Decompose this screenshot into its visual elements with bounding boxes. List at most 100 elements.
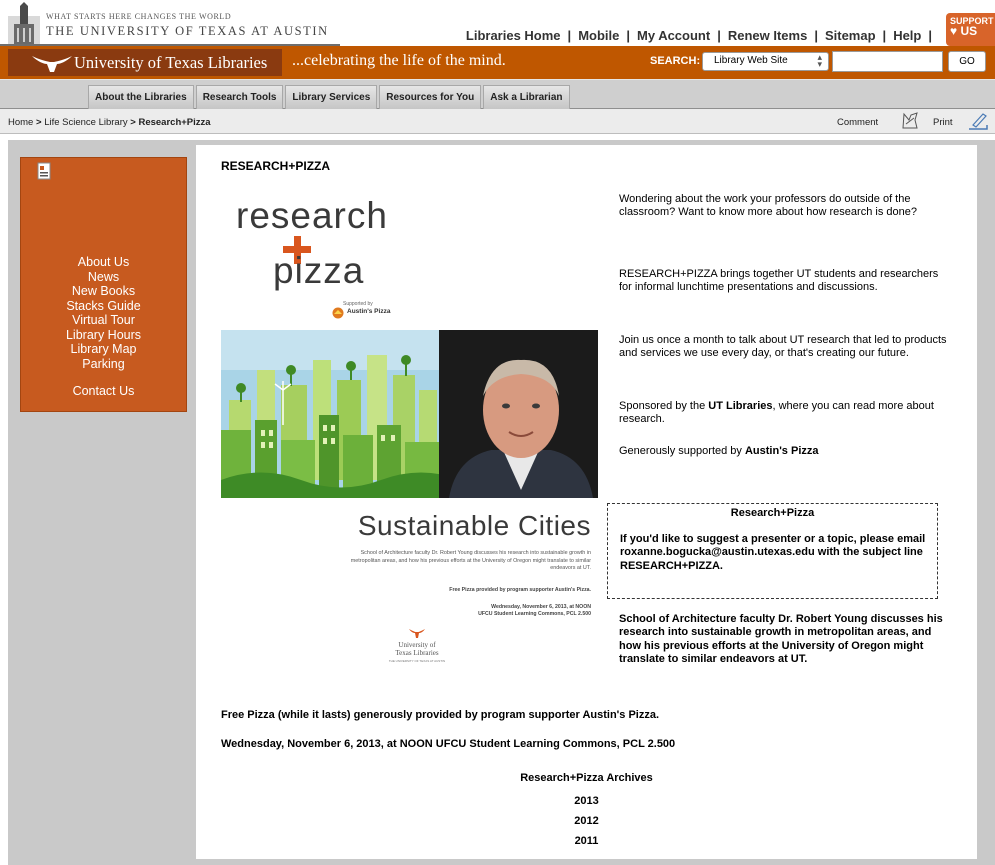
ut-tagline: What Starts Here Changes The World <box>46 12 232 21</box>
heart-icon: ♥ <box>950 24 958 38</box>
supporter-text: Generously supported by <box>619 445 745 457</box>
sitemap-link[interactable]: Sitemap <box>825 28 876 43</box>
poster-event-time: Wednesday, November 6, 2013, at NOON UFC… <box>371 604 591 618</box>
link-separator: | <box>882 28 887 43</box>
event-details: Wednesday, November 6, 2013, at NOON UFC… <box>221 738 676 750</box>
join-paragraph: Join us once a month to talk about UT re… <box>619 334 947 360</box>
sidebar-item-library-map[interactable]: Library Map <box>21 342 186 357</box>
sidebar-item-parking[interactable]: Parking <box>21 357 186 372</box>
ut-tower-logo[interactable] <box>8 2 40 46</box>
poster-supported-by: Supported by <box>343 301 373 307</box>
renew-items-link[interactable]: Renew Items <box>728 28 807 43</box>
comment-icon[interactable] <box>901 112 919 130</box>
austins-pizza-link[interactable]: Austin's Pizza <box>745 445 819 457</box>
my-account-link[interactable]: My Account <box>637 28 710 43</box>
link-separator: | <box>567 28 572 43</box>
supporter-paragraph: Generously supported by Austin's Pizza <box>619 445 954 458</box>
link-separator: | <box>814 28 818 43</box>
ut-libraries-link[interactable]: UT Libraries <box>708 400 772 412</box>
banner-title: University of Texas Libraries <box>74 53 268 72</box>
poster-library-line2: Texas Libraries <box>395 649 439 657</box>
poster-pizza-word: pizza <box>273 250 365 291</box>
poster-subtitle: Sustainable Cities <box>357 510 591 541</box>
help-link[interactable]: Help <box>893 28 921 43</box>
link-separator: | <box>717 28 721 43</box>
breadcrumb-life-science-library[interactable]: Life Science Library <box>44 117 127 128</box>
tab-ask-a-librarian[interactable]: Ask a Librarian <box>483 85 570 110</box>
print-link[interactable]: Print <box>933 117 953 128</box>
ut-name[interactable]: The University of Texas at Austin <box>46 24 329 39</box>
poster-library-name: University of Texas Libraries <box>371 641 463 657</box>
library-banner: University of Texas Libraries ...celebra… <box>0 46 995 79</box>
suggestion-box-title: Research+Pizza <box>730 507 815 519</box>
archive-link-2011[interactable]: 2011 <box>196 831 977 851</box>
archives-title: Research+Pizza Archives <box>520 772 653 784</box>
search-go-button[interactable]: GO <box>948 51 986 72</box>
archives-list: 2013 2012 2011 <box>196 791 977 851</box>
document-icon[interactable] <box>37 162 51 180</box>
banner-logo-box[interactable]: University of Texas Libraries <box>8 49 282 76</box>
main-content: RESEARCH+PIZZA research pizza Supported … <box>196 145 977 859</box>
search-input[interactable] <box>832 51 943 72</box>
sponsor-text: Sponsored by the <box>619 400 709 412</box>
poster-free-pizza: Free Pizza provided by program supporter… <box>449 587 591 593</box>
top-header: What Starts Here Changes The World The U… <box>0 0 995 46</box>
poster-event-location: UFCU Student Learning Commons, PCL 2.500 <box>478 611 591 617</box>
poster-event-date: Wednesday, November 6, 2013, at NOON <box>491 604 591 610</box>
free-pizza-note: Free Pizza (while it lasts) generously p… <box>221 709 660 721</box>
banner-motto: ...celebrating the life of the mind. <box>292 52 506 69</box>
select-arrows-icon: ▴ ▾ <box>817 52 822 69</box>
search-scope-select[interactable]: Library Web Site ▴ ▾ <box>702 52 829 71</box>
search-label: SEARCH: <box>650 55 701 67</box>
longhorn-icon <box>32 56 72 72</box>
sidebar-item-virtual-tour[interactable]: Virtual Tour <box>21 313 186 328</box>
event-poster: research pizza Supported by Austin's Piz… <box>221 190 598 680</box>
poster-description: School of Architecture faculty Dr. Rober… <box>350 550 591 571</box>
poster-research-word: research <box>236 195 388 236</box>
sidebar-item-library-hours[interactable]: Library Hours <box>21 328 186 343</box>
sidebar-item-contact-us[interactable]: Contact Us <box>21 384 186 398</box>
mobile-link[interactable]: Mobile <box>578 28 619 43</box>
search-scope-value: Library Web Site <box>714 55 788 66</box>
about-paragraph: RESEARCH+PIZZA brings together UT studen… <box>619 268 939 294</box>
support-label-us: ♥ US <box>950 24 995 38</box>
nav-tabs: About the Libraries Research Tools Libra… <box>88 85 572 110</box>
sidebar-item-about-us[interactable]: About Us <box>21 255 186 270</box>
breadcrumb: Home > Life Science Library > Research+P… <box>8 117 211 128</box>
tab-about-the-libraries[interactable]: About the Libraries <box>88 85 194 110</box>
libraries-home-link[interactable]: Libraries Home <box>466 28 561 43</box>
breadcrumb-separator: > <box>35 117 42 128</box>
sidebar-item-news[interactable]: News <box>21 270 186 285</box>
intro-paragraph: Wondering about the work your professors… <box>619 193 917 219</box>
poster-library-line1: University of <box>398 641 436 649</box>
poster-sponsor: Austin's Pizza <box>347 308 391 315</box>
tab-research-tools[interactable]: Research Tools <box>195 85 284 110</box>
tab-resources-for-you[interactable]: Resources for You <box>379 85 482 110</box>
link-separator: | <box>626 28 630 43</box>
speaker-description: School of Architecture faculty Dr. Rober… <box>619 613 943 666</box>
print-icon[interactable] <box>967 111 989 131</box>
archive-link-2013[interactable]: 2013 <box>196 791 977 811</box>
longhorn-logo-icon <box>409 629 425 638</box>
sidebar: About Us News New Books Stacks Guide Vir… <box>20 157 187 412</box>
sustainable-city-illustration <box>221 330 598 498</box>
support-us-button[interactable]: SUPPORT ♥ US <box>946 13 995 46</box>
page-title: RESEARCH+PIZZA <box>221 159 331 173</box>
breadcrumb-separator: > <box>130 117 136 128</box>
archive-link-2012[interactable]: 2012 <box>196 811 977 831</box>
main-nav: About the Libraries Research Tools Libra… <box>0 79 995 110</box>
suggestion-box: Research+Pizza If you'd like to suggest … <box>607 503 938 599</box>
breadcrumb-home[interactable]: Home <box>8 117 33 128</box>
suggestion-box-text: If you'd like to suggest a presenter or … <box>620 533 926 572</box>
sidebar-nav: About Us News New Books Stacks Guide Vir… <box>21 255 186 371</box>
sponsor-paragraph: Sponsored by the UT Libraries, where you… <box>619 400 954 427</box>
breadcrumb-current: Research+Pizza <box>138 117 211 128</box>
sidebar-item-stacks-guide[interactable]: Stacks Guide <box>21 299 186 314</box>
pizza-logo-icon <box>332 307 344 319</box>
comment-link[interactable]: Comment <box>837 117 878 128</box>
top-links: Libraries Home | Mobile | My Account | Renew I… <box>466 28 939 43</box>
tab-library-services[interactable]: Library Services <box>285 85 378 110</box>
support-us-text: US <box>960 24 978 38</box>
breadcrumb-bar: Home > Life Science Library > Research+P… <box>0 109 995 134</box>
sidebar-item-new-books[interactable]: New Books <box>21 284 186 299</box>
